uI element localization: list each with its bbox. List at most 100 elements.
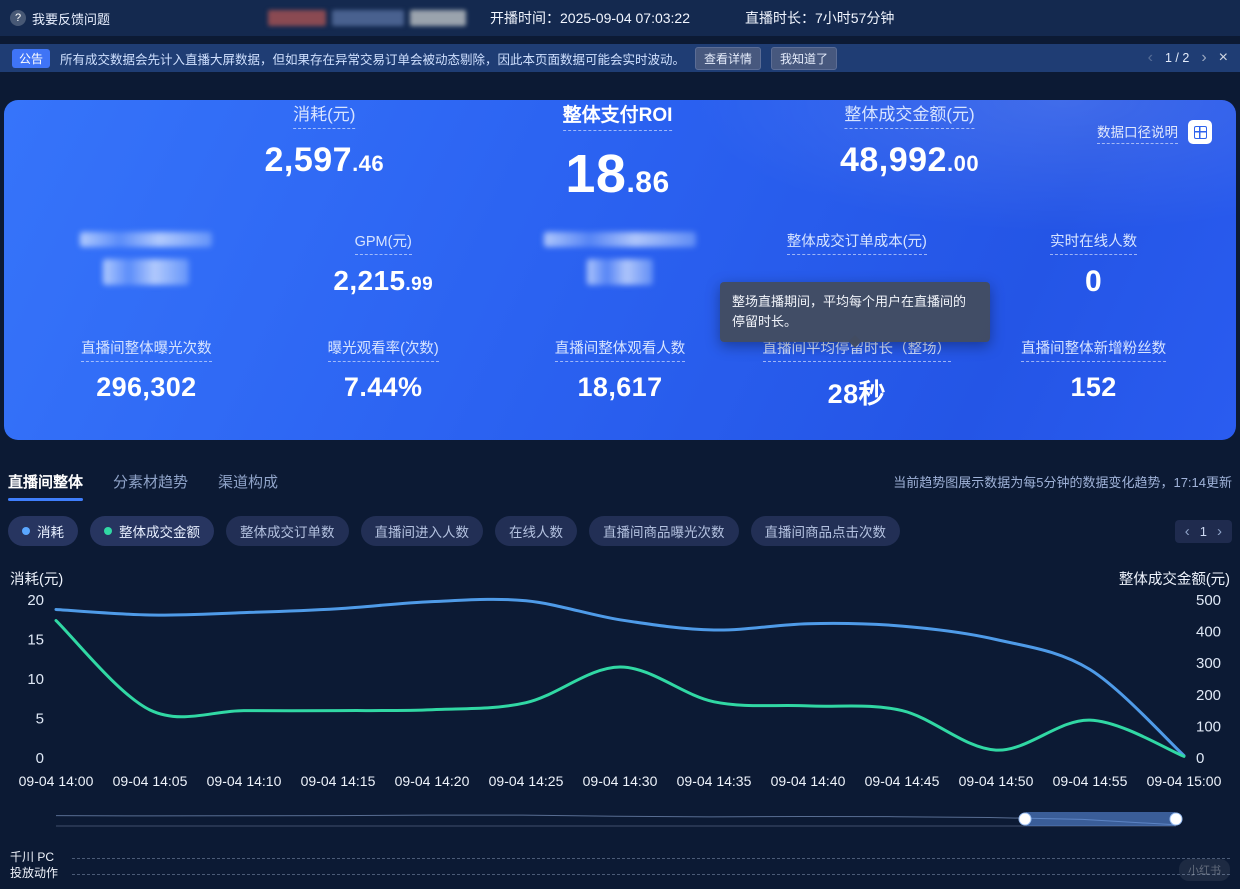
axis-titles: 消耗(元) 整体成交金额(元) xyxy=(8,568,1232,588)
metric-label[interactable]: 直播间整体观看人数 xyxy=(554,337,686,362)
pills-prev-icon[interactable]: ‹ xyxy=(1185,524,1190,539)
feedback-button[interactable]: ? 我要反馈问题 xyxy=(10,0,110,36)
metric-pill-2[interactable]: 整体成交订单数 xyxy=(226,516,349,546)
series-dot xyxy=(22,527,30,535)
metric-value: 152 xyxy=(1070,372,1117,402)
svg-text:200: 200 xyxy=(1196,687,1221,704)
metric-label[interactable]: 实时在线人数 xyxy=(1050,230,1138,255)
svg-text:400: 400 xyxy=(1196,624,1221,641)
metric-view-rate: 曝光观看率(次数) 7.44% xyxy=(265,337,502,411)
metric-value: 18,617 xyxy=(577,372,663,402)
metric-value: 2,597.46 xyxy=(264,141,385,179)
metric-label[interactable]: 整体成交订单成本(元) xyxy=(786,230,927,255)
metric-pill-5[interactable]: 直播间商品曝光次数 xyxy=(589,516,739,546)
trend-chart[interactable]: 0 5 10 15 20 0 100 200 300 400 500 09-04 14:00 09-04… xyxy=(8,588,1232,803)
right-axis-title: 整体成交金额(元) xyxy=(1118,572,1230,588)
metric-label[interactable]: 消耗(元) xyxy=(293,100,356,129)
tab-live-overall[interactable]: 直播间整体 xyxy=(8,471,84,501)
metric-masked-1 xyxy=(28,230,265,299)
svg-text:09-04 14:15: 09-04 14:15 xyxy=(301,773,376,789)
announcement-bar: 公告 所有成交数据会先计入直播大屏数据，但如果存在异常交易订单会被动态剔除，因此… xyxy=(0,44,1240,72)
secondary-metrics: GPM(元) 2,215.99 整体成交订单成本(元) 实时在线人数 0 xyxy=(4,230,1236,299)
metric-label[interactable]: 曝光观看率(次数) xyxy=(327,337,439,362)
metric-label[interactable]: GPM(元) xyxy=(354,230,412,255)
svg-text:500: 500 xyxy=(1196,592,1221,609)
series-dot xyxy=(104,527,112,535)
svg-text:09-04 14:20: 09-04 14:20 xyxy=(395,773,470,789)
tab-channel-composition[interactable]: 渠道构成 xyxy=(218,471,278,492)
pill-label: 消耗 xyxy=(37,525,64,540)
svg-text:09-04 14:25: 09-04 14:25 xyxy=(489,773,564,789)
masked-segment xyxy=(332,10,404,26)
announcement-prev-icon[interactable]: ‹ xyxy=(1148,50,1153,66)
feedback-label: 我要反馈问题 xyxy=(32,11,111,27)
metric-exposure: 直播间整体曝光次数 296,302 xyxy=(28,337,265,411)
metric-label[interactable]: 整体支付ROI xyxy=(562,100,673,131)
pills-next-icon[interactable]: › xyxy=(1217,524,1222,539)
timeline-dashed-line xyxy=(72,858,1230,859)
range-selection[interactable] xyxy=(1024,812,1176,826)
metric-value: 2,215.99 xyxy=(333,265,434,296)
range-slider[interactable] xyxy=(56,811,1183,827)
metric-label[interactable]: 整体成交金额(元) xyxy=(844,100,975,129)
metric-label[interactable]: 直播间整体曝光次数 xyxy=(81,337,212,362)
svg-text:09-04 14:45: 09-04 14:45 xyxy=(865,773,940,789)
pill-label: 整体成交订单数 xyxy=(240,525,335,540)
range-handle-right[interactable] xyxy=(1169,812,1183,826)
metric-pill-0[interactable]: 消耗 xyxy=(8,516,78,546)
announcement-close-icon[interactable]: × xyxy=(1219,49,1228,67)
svg-text:09-04 14:10: 09-04 14:10 xyxy=(207,773,282,789)
masked-label xyxy=(543,232,696,247)
metric-pill-3[interactable]: 直播间进入人数 xyxy=(360,516,483,546)
pill-pager: ‹ 1 › xyxy=(1174,519,1232,543)
start-time-value: 2025-09-04 07:03:22 xyxy=(560,10,690,26)
view-details-button[interactable]: 查看详情 xyxy=(695,46,762,70)
ad-actions-label: 千川 PC 投放动作 xyxy=(10,850,59,881)
stream-duration: 直播时长： 7小时57分钟 xyxy=(745,0,894,36)
pill-label: 直播间进入人数 xyxy=(374,525,470,540)
trend-chart-svg: 05101520010020030040050009-04 14:00 09-04… xyxy=(19,592,1222,789)
pill-label: 整体成交金额 xyxy=(119,525,200,540)
metric-value: 0 xyxy=(1085,265,1103,298)
svg-text:09-04 15:00: 09-04 15:00 xyxy=(1147,773,1222,789)
svg-text:09-04 14:55: 09-04 14:55 xyxy=(1053,773,1128,789)
live-metrics-card: 数据口径说明 消耗(元) 2,597.46 整体支付ROI 18.86 整体成交… xyxy=(4,100,1236,440)
metric-value: 48,992.00 xyxy=(839,141,980,179)
metric-label[interactable]: 直播间整体新增粉丝数 xyxy=(1021,337,1167,362)
pill-label: 直播间商品曝光次数 xyxy=(603,525,725,540)
svg-text:0: 0 xyxy=(1196,750,1204,767)
metric-pill-6[interactable]: 直播间商品点击次数 xyxy=(750,516,900,546)
timeline-dashed-line xyxy=(72,874,1230,875)
report-grid-button[interactable] xyxy=(1188,120,1212,144)
metric-gmv: 整体成交金额(元) 48,992.00 xyxy=(840,100,979,180)
masked-segment xyxy=(410,10,466,26)
masked-value xyxy=(586,259,653,285)
svg-text:5: 5 xyxy=(36,711,44,728)
announcement-next-icon[interactable]: › xyxy=(1201,50,1206,66)
question-icon: ? xyxy=(10,10,26,26)
data-caliber-link[interactable]: 数据口径说明 xyxy=(1097,121,1178,144)
update-note: 当前趋势图展示数据为每5分钟的数据变化趋势，17:14更新 xyxy=(893,474,1232,490)
svg-text:10: 10 xyxy=(27,671,44,688)
trend-section: 直播间整体 分素材趋势 渠道构成 当前趋势图展示数据为每5分钟的数据变化趋势，1… xyxy=(0,466,1240,881)
tab-material-trend[interactable]: 分素材趋势 xyxy=(113,471,188,492)
svg-text:20: 20 xyxy=(27,592,44,609)
pill-label: 在线人数 xyxy=(509,525,563,540)
svg-text:09-04 14:05: 09-04 14:05 xyxy=(113,773,188,789)
acknowledge-button[interactable]: 我知道了 xyxy=(771,46,838,70)
pill-label: 直播间商品点击次数 xyxy=(764,525,887,540)
masked-account-info xyxy=(268,10,466,26)
ad-actions-timeline: 千川 PC 投放动作 xyxy=(8,849,1232,881)
metric-pill-4[interactable]: 在线人数 xyxy=(495,516,577,546)
slider-sparkline xyxy=(56,814,1176,827)
metric-new-followers: 直播间整体新增粉丝数 152 xyxy=(975,337,1212,411)
svg-text:09-04 14:00: 09-04 14:00 xyxy=(19,773,94,789)
watermark: 小红书 xyxy=(1179,859,1230,881)
metric-value: 28秒 xyxy=(827,379,886,409)
masked-label xyxy=(80,232,213,247)
metric-gpm: GPM(元) 2,215.99 xyxy=(265,230,502,299)
range-handle-left[interactable] xyxy=(1018,812,1032,826)
trend-tabs: 直播间整体 分素材趋势 渠道构成 当前趋势图展示数据为每5分钟的数据变化趋势，1… xyxy=(8,466,1232,501)
svg-text:09-04 14:40: 09-04 14:40 xyxy=(771,773,846,789)
metric-pill-1[interactable]: 整体成交金额 xyxy=(90,516,214,546)
